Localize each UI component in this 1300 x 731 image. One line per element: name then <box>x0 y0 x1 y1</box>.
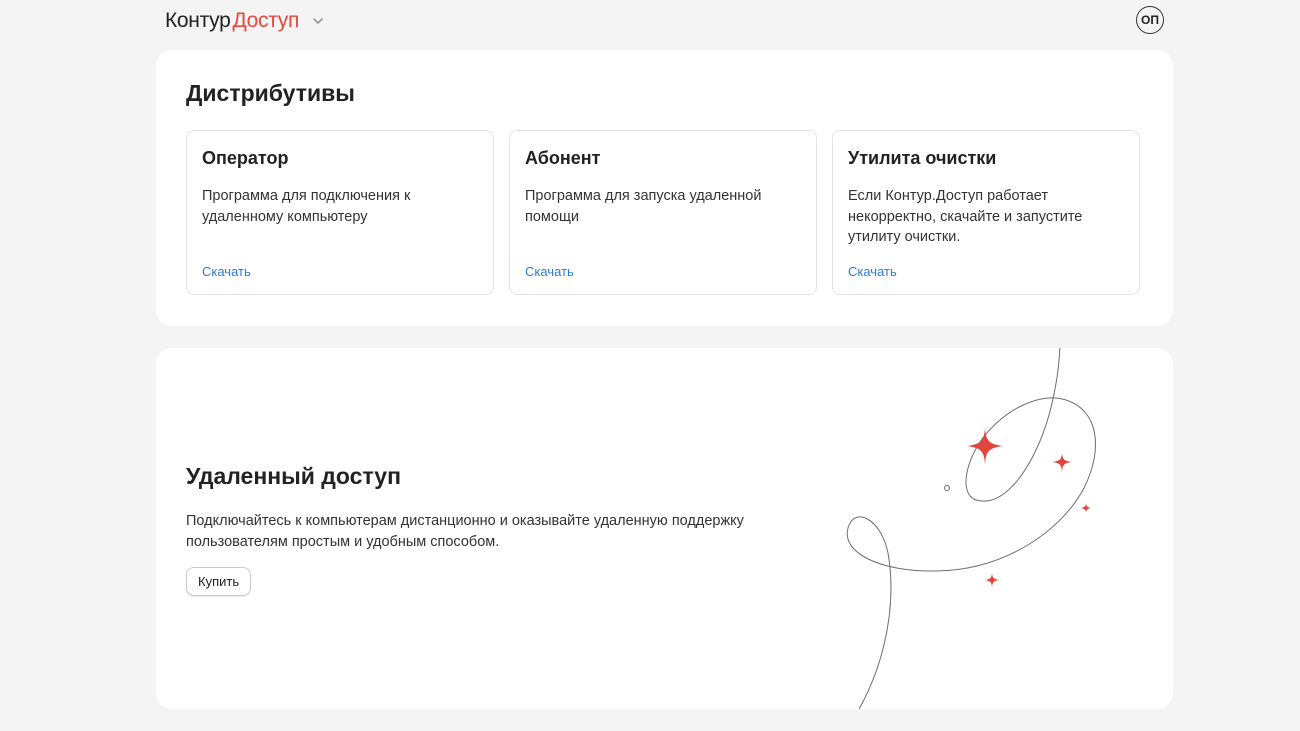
remote-access-section: Удаленный доступ Подключайтесь к компьют… <box>156 348 1173 709</box>
logo-brand: Контур <box>165 9 231 32</box>
logo-product: Доступ <box>232 9 300 32</box>
section-title: Дистрибутивы <box>186 80 355 106</box>
page: Контур Доступ ОП Дистрибутивы Оператор П… <box>0 0 1300 731</box>
chevron-down-icon[interactable] <box>311 14 325 28</box>
card-description: Программа для запуска удаленной помощи <box>525 188 762 225</box>
buy-button[interactable]: Купить <box>186 567 252 596</box>
distribution-cards: Оператор Программа для подключения к уда… <box>186 130 1140 295</box>
swirl-line <box>846 348 1097 709</box>
card-cleanup-utility: Утилита очистки Если Контур.Доступ работ… <box>832 130 1140 295</box>
section-title: Удаленный доступ <box>186 463 401 489</box>
product-switcher[interactable]: Контур Доступ <box>165 6 325 36</box>
sparkle-star-icon <box>1052 453 1072 472</box>
download-cleanup-link[interactable]: Скачать <box>848 264 897 279</box>
sparkle-star-icon <box>1081 503 1091 513</box>
distributions-section: Дистрибутивы Оператор Программа для подк… <box>156 50 1173 326</box>
download-operator-link[interactable]: Скачать <box>202 264 251 279</box>
card-subscriber: Абонент Программа для запуска удаленной … <box>509 130 817 295</box>
remote-access-description: Подключайтесь к компьютерам дистанционно… <box>186 513 744 550</box>
header: Контур Доступ ОП <box>165 6 1164 36</box>
sparkle-star-icon <box>967 428 1003 464</box>
sparkle-star-icon <box>985 573 999 587</box>
card-operator: Оператор Программа для подключения к уда… <box>186 130 494 295</box>
card-description: Если Контур.Доступ работает некорректно,… <box>848 188 1083 245</box>
dot-icon <box>944 485 950 491</box>
card-title: Оператор <box>202 148 289 168</box>
avatar[interactable]: ОП <box>1136 6 1164 34</box>
decorative-illustration <box>846 348 1097 709</box>
download-subscriber-link[interactable]: Скачать <box>525 264 574 279</box>
card-description: Программа для подключения к удаленному к… <box>202 188 411 225</box>
card-title: Утилита очистки <box>848 148 997 168</box>
card-title: Абонент <box>525 148 601 168</box>
